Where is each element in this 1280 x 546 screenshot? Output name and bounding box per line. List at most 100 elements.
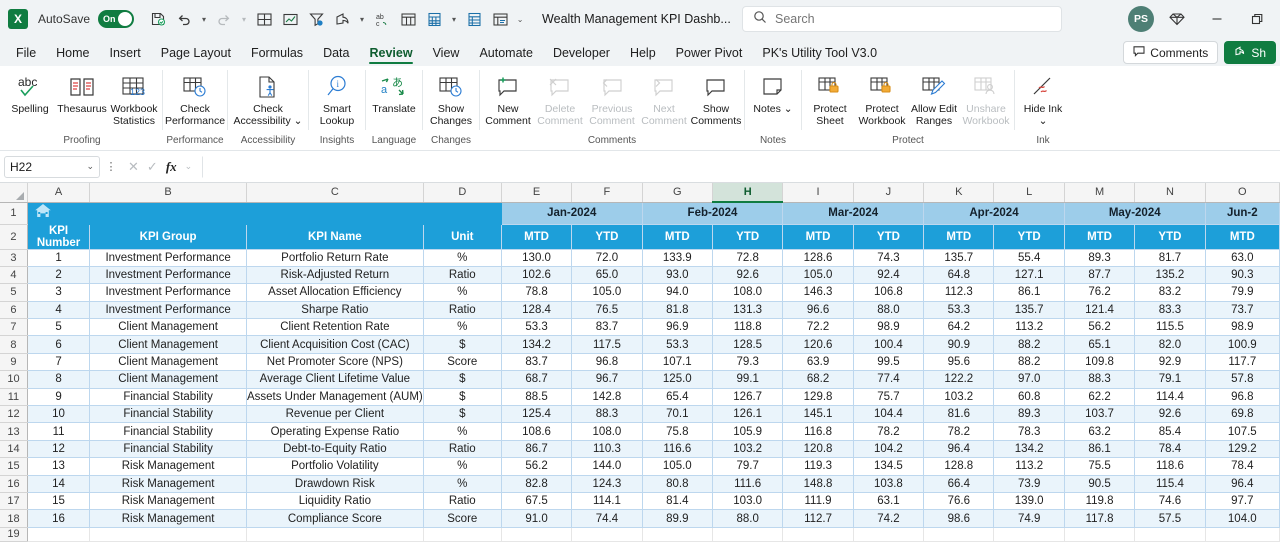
cell-value-10[interactable]: 79.9 (1205, 283, 1280, 302)
check-performance-button[interactable]: Check Performance (165, 69, 225, 127)
cell-value-6[interactable]: 128.8 (923, 457, 995, 476)
cell-value-8[interactable]: 88.3 (1064, 370, 1136, 389)
minimize-button[interactable] (1200, 4, 1234, 34)
cell-value-1[interactable]: 72.0 (571, 249, 643, 267)
cell-value-2[interactable]: 125.0 (642, 370, 713, 389)
ribbon-tab-file[interactable]: File (6, 43, 46, 66)
cell-value-2[interactable]: 75.8 (642, 422, 713, 441)
table-row[interactable]: 4 2 Investment Performance Risk-Adjusted Re… (0, 266, 1280, 285)
cell-value-1[interactable]: 124.3 (571, 475, 643, 493)
check-accessibility-button[interactable]: Check Accessibility ⌄ (230, 69, 306, 127)
cell-value-7[interactable]: 86.1 (993, 283, 1065, 302)
funnel-icon[interactable] (304, 7, 328, 31)
cell-value-6[interactable]: 112.3 (923, 283, 995, 302)
cell-value-4[interactable]: 105.0 (782, 266, 854, 285)
column-header-D[interactable]: D (423, 183, 502, 203)
cell-kpi-number[interactable]: 14 (27, 475, 91, 493)
ribbon-tab-developer[interactable]: Developer (543, 43, 620, 66)
cell-kpi-group[interactable]: Investment Performance (89, 283, 247, 302)
cell-value-1[interactable]: 76.5 (571, 301, 643, 320)
cell-value-10[interactable]: 98.9 (1205, 318, 1280, 337)
ribbon-tab-formulas[interactable]: Formulas (241, 43, 313, 66)
cell-value-0[interactable]: 67.5 (501, 492, 573, 511)
cell-value-5[interactable]: 104.4 (853, 405, 925, 424)
cell-value-3[interactable]: 126.1 (712, 405, 784, 424)
row-header-16[interactable]: 16 (0, 475, 28, 493)
cell-value-5[interactable]: 78.2 (853, 422, 925, 441)
cell-empty[interactable] (993, 527, 1065, 542)
undo-dropdown-icon[interactable]: ▾ (198, 7, 210, 31)
cell-empty[interactable] (246, 527, 424, 542)
cell-value-1[interactable]: 65.0 (571, 266, 643, 285)
cell-kpi-name[interactable]: Liquidity Ratio (246, 492, 424, 511)
cell-value-0[interactable]: 83.7 (501, 353, 573, 372)
cell-value-2[interactable]: 96.9 (642, 318, 713, 337)
ribbon-tab-help[interactable]: Help (620, 43, 666, 66)
column-header-C[interactable]: C (246, 183, 424, 203)
name-box[interactable]: H22 ⌄ (4, 155, 100, 178)
cell-value-5[interactable]: 98.9 (853, 318, 925, 337)
row-header-19[interactable]: 19 (0, 527, 28, 542)
ribbon-tab-data[interactable]: Data (313, 43, 359, 66)
redo-dropdown-icon[interactable]: ▾ (238, 7, 250, 31)
save-icon[interactable] (146, 7, 170, 31)
ribbon-tab-view[interactable]: View (423, 43, 470, 66)
cell-empty[interactable] (501, 527, 573, 542)
diamond-icon[interactable] (1160, 4, 1194, 34)
notes-button[interactable]: Notes ⌄ (747, 69, 799, 116)
cell-kpi-group[interactable]: Risk Management (89, 475, 247, 493)
cell-value-4[interactable]: 112.7 (782, 509, 854, 528)
cell-value-6[interactable]: 98.6 (923, 509, 995, 528)
cell-value-8[interactable]: 109.8 (1064, 353, 1136, 372)
cell-value-0[interactable]: 68.7 (501, 370, 573, 389)
column-header-A[interactable]: A (27, 183, 91, 203)
cell-value-7[interactable]: 55.4 (993, 249, 1065, 267)
cell-value-8[interactable]: 86.1 (1064, 440, 1136, 459)
cell-kpi-number[interactable]: 11 (27, 422, 91, 441)
cell-value-9[interactable]: 82.0 (1134, 335, 1206, 354)
table-qat-icon[interactable] (396, 7, 420, 31)
spelling-qat-icon[interactable]: ab c (370, 7, 394, 31)
row-header-1[interactable]: 1 (0, 202, 28, 225)
cell-value-6[interactable]: 135.7 (923, 249, 995, 267)
home-icon[interactable] (28, 203, 52, 223)
cell-value-2[interactable]: 65.4 (642, 388, 713, 407)
cell-kpi-group[interactable]: Investment Performance (89, 249, 247, 267)
table-row[interactable]: 10 8 Client Management Average Client Lifet… (0, 370, 1280, 389)
cell-empty[interactable] (423, 527, 502, 542)
cell-value-9[interactable]: 118.6 (1134, 457, 1206, 476)
cell-value-9[interactable]: 135.2 (1134, 266, 1206, 285)
cell-kpi-number[interactable]: 6 (27, 335, 91, 354)
cell-value-3[interactable]: 111.6 (712, 475, 784, 493)
spelling-button[interactable]: abc Spelling (4, 69, 56, 116)
cell-value-5[interactable]: 88.0 (853, 301, 925, 320)
column-header-L[interactable]: L (993, 183, 1065, 203)
cell-value-9[interactable]: 92.6 (1134, 405, 1206, 424)
cell-value-5[interactable]: 106.8 (853, 283, 925, 302)
cell-value-5[interactable]: 63.1 (853, 492, 925, 511)
cell-value-7[interactable]: 88.2 (993, 353, 1065, 372)
protect-sheet-button[interactable]: Protect Sheet (804, 69, 856, 127)
cell-unit[interactable]: $ (423, 370, 502, 389)
cell-value-6[interactable]: 96.4 (923, 440, 995, 459)
cell-value-3[interactable]: 88.0 (712, 509, 784, 528)
cell-value-10[interactable]: 78.4 (1205, 457, 1280, 476)
cell-value-3[interactable]: 92.6 (712, 266, 784, 285)
ribbon-tab-power-pivot[interactable]: Power Pivot (666, 43, 753, 66)
cell-value-5[interactable]: 92.4 (853, 266, 925, 285)
cell-empty[interactable] (712, 527, 784, 542)
cell-value-9[interactable]: 78.4 (1134, 440, 1206, 459)
column-header-F[interactable]: F (571, 183, 643, 203)
avatar[interactable]: PS (1128, 6, 1154, 32)
cell-empty[interactable] (89, 527, 247, 542)
cell-value-7[interactable]: 60.8 (993, 388, 1065, 407)
cell-value-2[interactable]: 53.3 (642, 335, 713, 354)
cell-value-9[interactable]: 74.6 (1134, 492, 1206, 511)
cell-value-0[interactable]: 91.0 (501, 509, 573, 528)
column-header-H[interactable]: H (712, 183, 784, 203)
cell-value-10[interactable]: 96.4 (1205, 475, 1280, 493)
new-comment-button[interactable]: New Comment (482, 69, 534, 127)
formula-input[interactable] (202, 155, 1276, 178)
cell-value-8[interactable]: 117.8 (1064, 509, 1136, 528)
ribbon-tab-insert[interactable]: Insert (100, 43, 151, 66)
